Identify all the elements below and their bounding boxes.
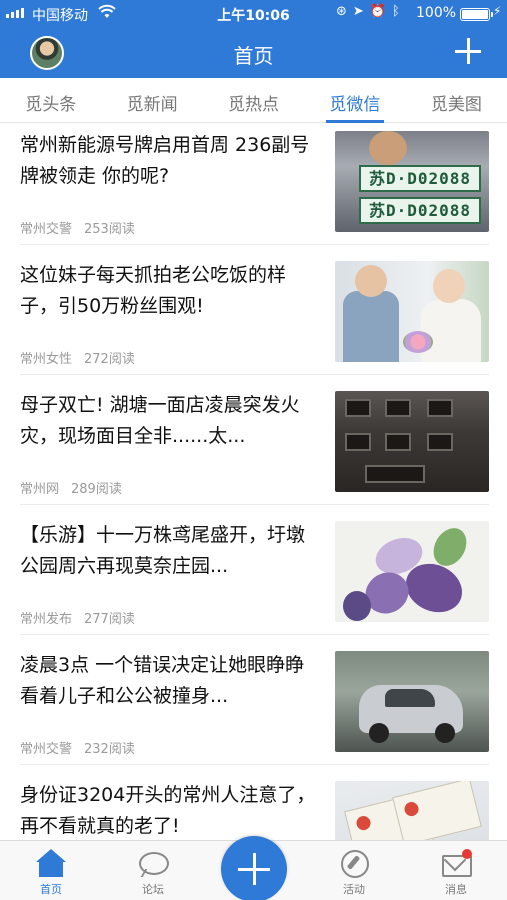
home-icon (35, 849, 67, 877)
compass-icon (338, 849, 370, 878)
article-title[interactable]: 常州新能源号牌启用首周 236副号牌被领走 你的呢? (20, 130, 322, 192)
article-source: 常州网 (20, 482, 60, 497)
article-meta: 常州交警 232阅读 (20, 738, 135, 757)
article-thumbnail[interactable] (335, 391, 489, 492)
system-icons: ⊛ ➤ ⏰ ᛒ (336, 4, 400, 19)
battery-icon (460, 8, 493, 21)
license-plate: 苏D·D02088 (359, 197, 481, 224)
notification-badge (462, 849, 472, 859)
article-feed: 常州新能源号牌启用首周 236副号牌被领走 你的呢? 常州交警 253阅读 苏D·… (0, 124, 507, 840)
article-title[interactable]: 【乐游】十一万株鸢尾盛开，圩墩公园周六再现莫奈庄园... (20, 520, 322, 582)
article-meta: 常州网 289阅读 (20, 478, 122, 497)
battery-percentage: 100% (416, 5, 457, 21)
article-thumbnail[interactable] (335, 651, 489, 752)
article-item[interactable]: 【乐游】十一万株鸢尾盛开，圩墩公园周六再现莫奈庄园... 常州发布 277阅读 (0, 514, 507, 644)
article-item[interactable]: 常州新能源号牌启用首周 236副号牌被领走 你的呢? 常州交警 253阅读 苏D·… (0, 124, 507, 254)
article-reads: 272阅读 (84, 352, 135, 367)
bottom-tab-label: 论坛 (142, 883, 164, 896)
article-title[interactable]: 这位妹子每天抓拍老公吃饭的样子，引50万粉丝围观! (20, 260, 322, 322)
mail-icon (440, 849, 472, 877)
article-reads: 232阅读 (84, 742, 135, 757)
article-source: 常州交警 (20, 222, 73, 237)
article-reads: 253阅读 (84, 222, 135, 237)
article-meta: 常州交警 253阅读 (20, 218, 135, 237)
article-source: 常州交警 (20, 742, 73, 757)
location-icon: ➤ (352, 4, 364, 19)
article-meta: 常州女性 272阅读 (20, 348, 135, 367)
charging-icon: ⚡ (493, 4, 502, 18)
license-plate: 苏D·D02088 (359, 165, 481, 192)
bluetooth-icon: ᛒ (392, 4, 400, 19)
nav-bar: 首页 (0, 28, 507, 78)
bottom-tab-forum[interactable]: 论坛 (118, 849, 188, 897)
article-item[interactable]: 母子双亡! 湖塘一面店凌晨突发火灾，现场面目全非......太... 常州网 28… (0, 384, 507, 514)
page-title: 首页 (233, 44, 274, 68)
article-reads: 289阅读 (71, 482, 122, 497)
bottom-tab-label: 首页 (40, 883, 62, 896)
article-item[interactable]: 身份证3204开头的常州人注意了，再不看就真的老了! (0, 774, 507, 840)
bottom-tab-label: 活动 (343, 883, 365, 896)
tab-news[interactable]: 觅新闻 (101, 78, 202, 122)
status-bar: 中国移动 上午10:06 ⊛ ➤ ⏰ ᛒ 100% ⚡ (0, 0, 507, 28)
tab-wechat[interactable]: 觅微信 (304, 78, 405, 123)
rotation-lock-icon: ⊛ (336, 4, 347, 19)
article-source: 常州发布 (20, 612, 73, 627)
article-meta: 常州发布 277阅读 (20, 608, 135, 627)
bottom-tab-label: 消息 (445, 883, 467, 896)
plus-icon[interactable] (221, 836, 287, 900)
category-tabs: 觅头条 觅新闻 觅热点 觅微信 觅美图 (0, 78, 507, 123)
article-item[interactable]: 这位妹子每天抓拍老公吃饭的样子，引50万粉丝围观! 常州女性 272阅读 (0, 254, 507, 384)
article-thumbnail[interactable]: 苏D·D02088 苏D·D02088 (335, 131, 489, 232)
article-title[interactable]: 母子双亡! 湖塘一面店凌晨突发火灾，现场面目全非......太... (20, 390, 322, 452)
article-thumbnail[interactable] (335, 781, 489, 840)
article-title[interactable]: 凌晨3点 一个错误决定让她眼睁睁看着儿子和公公被撞身... (20, 650, 322, 712)
article-thumbnail[interactable] (335, 261, 489, 362)
plus-icon[interactable] (450, 33, 486, 69)
article-title[interactable]: 身份证3204开头的常州人注意了，再不看就真的老了! (20, 780, 322, 840)
bottom-tab-activity[interactable]: 活动 (319, 849, 389, 897)
chat-bubble-icon (137, 849, 169, 877)
article-reads: 277阅读 (84, 612, 135, 627)
article-thumbnail[interactable] (335, 521, 489, 622)
bottom-tab-messages[interactable]: 消息 (421, 849, 491, 897)
alarm-icon: ⏰ (369, 4, 386, 19)
tab-hot[interactable]: 觅热点 (203, 78, 304, 122)
tab-gallery[interactable]: 觅美图 (406, 78, 507, 122)
article-item[interactable]: 凌晨3点 一个错误决定让她眼睁睁看着儿子和公公被撞身... 常州交警 232阅读 (0, 644, 507, 774)
article-source: 常州女性 (20, 352, 73, 367)
tab-toutiao[interactable]: 觅头条 (0, 78, 101, 122)
bottom-tab-home[interactable]: 首页 (16, 849, 86, 897)
